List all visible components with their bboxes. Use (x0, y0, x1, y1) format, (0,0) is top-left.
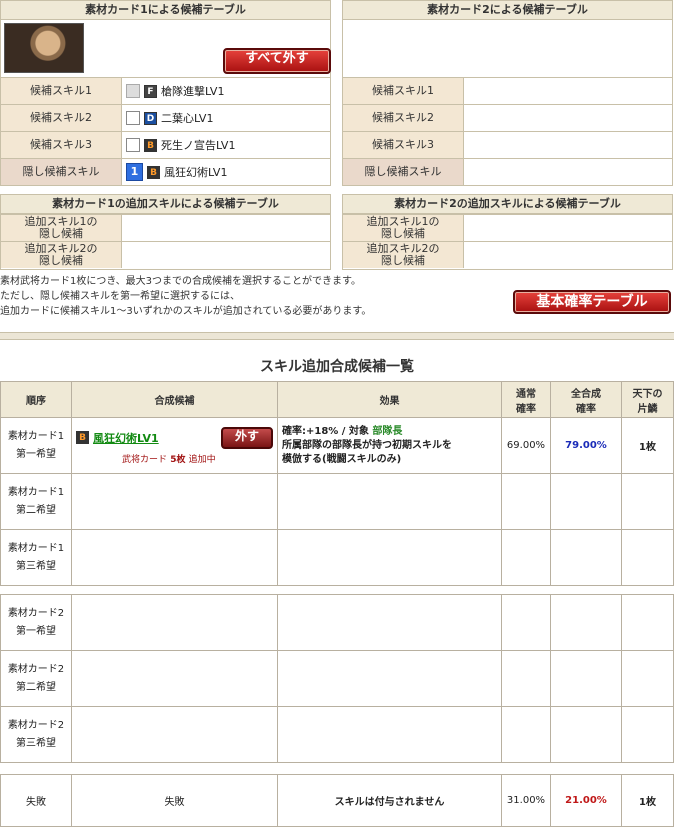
col-normal-rate: 通常 確率 (501, 381, 551, 418)
row-tenka: 1枚 (621, 417, 674, 474)
skill-name: 二葉心LV1 (161, 112, 214, 125)
row-total-rate: 79.00% (550, 417, 622, 474)
row-label: 隠し候補スキル (1, 159, 122, 185)
card2-row-hidden: 隠し候補スキル (343, 158, 672, 185)
col-order: 順序 (0, 381, 72, 418)
row-candidate: B 風狂幻術LV1 外す 武将カード 5枚 追加中 (71, 417, 278, 474)
card2-row-2: 候補スキル2 (343, 104, 672, 131)
row-label: 候補スキル3 (1, 132, 122, 158)
card1-row-hidden: 隠し候補スキル 1 B 風狂幻術LV1 (1, 158, 330, 185)
fail-total-rate: 21.00% (550, 774, 622, 827)
card1-row-2: 候補スキル2 D 二葉心LV1 (1, 104, 330, 131)
card1-panel: 素材カード1による候補テーブル すべて外す 候補スキル1 F 槍隊進撃LV1 候… (0, 0, 331, 186)
col-effect: 効果 (277, 381, 502, 418)
card2-header: 素材カード2による候補テーブル (343, 1, 672, 20)
checkbox-icon[interactable] (126, 111, 140, 125)
fail-candidate: 失敗 (71, 774, 278, 827)
added-card-status: 追加中 (188, 454, 216, 465)
fail-table: 失敗 失敗 スキルは付与されません 31.00% 21.00% 1枚 (0, 774, 674, 827)
card2-portrait-area (343, 20, 672, 77)
card1-portrait-area: すべて外す (1, 20, 331, 77)
skill-name: 風狂幻術LV1 (164, 166, 228, 179)
row-label: 隠し候補 (39, 227, 83, 240)
extra2-row-2: 追加スキル2の 隠し候補 (343, 241, 672, 268)
table-row: 素材カード1 第一希望 B 風狂幻術LV1 外す 武将カード 5枚 追加中 確率:… (0, 417, 674, 474)
card2-panel: 素材カード2による候補テーブル 候補スキル1 候補スキル2 候補スキル3 隠し候… (342, 0, 673, 186)
card1-header: 素材カード1による候補テーブル (1, 1, 330, 20)
row-label: 隠し候補 (39, 254, 83, 267)
card2-row-1: 候補スキル1 (343, 77, 672, 104)
rank-badge-icon: D (144, 111, 157, 125)
selection-number-badge[interactable]: 1 (126, 163, 143, 181)
fail-tenka: 1枚 (621, 774, 674, 827)
card2-row-3: 候補スキル3 (343, 131, 672, 158)
extra2-panel: 素材カード2の追加スキルによる候補テーブル 追加スキル1の 隠し候補 追加スキル2… (342, 194, 673, 270)
table-row: 素材カード1 第二希望 (0, 473, 674, 530)
note-line-1: 素材武将カード1枚につき、最大3つまでの合成候補を選択することができます。 (0, 276, 362, 287)
table-header-row: 順序 合成候補 効果 通常 確率 全合成 確率 天下の 片鱗 (0, 381, 674, 418)
fail-normal-rate: 31.00% (501, 774, 551, 827)
remove-button[interactable]: 外す (221, 426, 273, 449)
row-label: 隠し候補スキル (343, 159, 464, 185)
table-row: 素材カード2 第一希望 (0, 594, 674, 651)
row-label: 候補スキル2 (1, 105, 122, 131)
row-label: 候補スキル3 (343, 132, 464, 158)
extra1-header: 素材カード1の追加スキルによる候補テーブル (1, 195, 330, 214)
card1-row-1: 候補スキル1 F 槍隊進撃LV1 (1, 77, 330, 104)
fail-order: 失敗 (0, 774, 72, 827)
notes: 素材武将カード1枚につき、最大3つまでの合成候補を選択することができます。 ただ… (0, 274, 500, 319)
added-card-label: 武将カード (122, 454, 168, 465)
skill-name: 死生ノ宣告LV1 (161, 139, 236, 152)
extra2-header: 素材カード2の追加スキルによる候補テーブル (343, 195, 672, 214)
remove-all-button[interactable]: すべて外す (223, 48, 331, 74)
rank-badge-icon: B (144, 138, 157, 152)
candidate-table-card2: 素材カード2 第一希望 素材カード2 第二希望 素材カード2 第三希望 (0, 594, 674, 763)
fail-effect: スキルは付与されません (277, 774, 502, 827)
row-label: 隠し候補 (381, 254, 425, 267)
row-label: 候補スキル2 (343, 105, 464, 131)
table-row: 素材カード1 第三希望 (0, 529, 674, 586)
note-line-2: ただし、隠し候補スキルを第一希望に選択するには、 (0, 291, 240, 302)
skill-link[interactable]: 風狂幻術LV1 (93, 430, 159, 446)
row-label: 候補スキル1 (1, 78, 122, 104)
extra2-row-1: 追加スキル1の 隠し候補 (343, 214, 672, 241)
card1-row-3: 候補スキル3 B 死生ノ宣告LV1 (1, 131, 330, 158)
fail-row: 失敗 失敗 スキルは付与されません 31.00% 21.00% 1枚 (0, 774, 674, 827)
checkbox-icon[interactable] (126, 84, 140, 98)
col-tenka: 天下の 片鱗 (621, 381, 674, 418)
table-row: 素材カード2 第三希望 (0, 706, 674, 763)
row-label: 候補スキル1 (343, 78, 464, 104)
row-effect: 確率:+18% / 対象 部隊長 所属部隊の部隊長が持つ初期スキルを 模倣する(… (277, 417, 502, 474)
added-card-count: 5枚 (170, 454, 186, 465)
rank-badge-icon: F (144, 84, 157, 98)
row-normal-rate: 69.00% (501, 417, 551, 474)
candidate-table: 順序 合成候補 効果 通常 確率 全合成 確率 天下の 片鱗 素材カード1 第一希望 B… (0, 381, 674, 586)
extra1-panel: 素材カード1の追加スキルによる候補テーブル 追加スキル1の 隠し候補 追加スキル2… (0, 194, 331, 270)
checkbox-icon[interactable] (126, 138, 140, 152)
table-row: 素材カード2 第二希望 (0, 650, 674, 707)
row-order: 素材カード1 第一希望 (0, 417, 72, 474)
skill-name: 槍隊進撃LV1 (161, 85, 225, 98)
rank-badge-icon: B (76, 431, 89, 444)
extra1-row-2: 追加スキル2の 隠し候補 (1, 241, 330, 268)
rank-badge-icon: B (147, 165, 160, 179)
section-divider (0, 332, 674, 340)
general-portrait[interactable] (4, 23, 84, 73)
base-rate-table-button[interactable]: 基本確率テーブル (513, 290, 671, 314)
extra1-row-1: 追加スキル1の 隠し候補 (1, 214, 330, 241)
col-total-rate: 全合成 確率 (550, 381, 622, 418)
list-title: スキル追加合成候補一覧 (260, 359, 414, 375)
note-line-3: 追加カードに候補スキル1〜3いずれかのスキルが追加されている必要があります。 (0, 306, 372, 317)
col-candidate: 合成候補 (71, 381, 278, 418)
row-label: 隠し候補 (381, 227, 425, 240)
